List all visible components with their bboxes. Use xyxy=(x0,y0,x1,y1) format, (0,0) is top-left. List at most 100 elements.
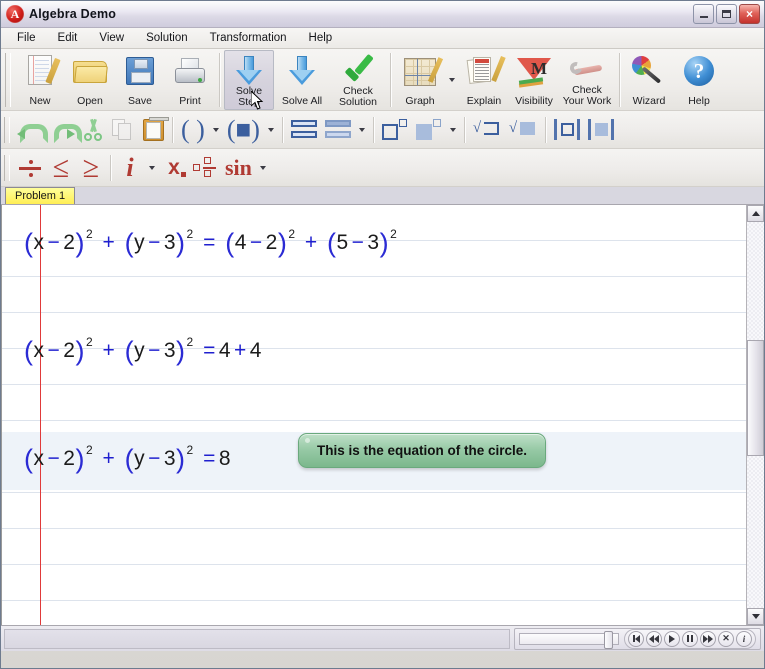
solve-all-label: Solve All xyxy=(281,94,323,107)
toolbar-grip[interactable] xyxy=(5,53,11,107)
check-solution-button[interactable]: Check Solution xyxy=(330,50,386,110)
sine-button[interactable]: sin xyxy=(221,153,256,183)
imaginary-unit-button[interactable]: i xyxy=(115,153,145,183)
magic-wand-icon xyxy=(630,54,668,88)
maximize-icon xyxy=(722,10,731,18)
subscript-x-icon: x xyxy=(168,156,186,180)
table-row[interactable]: (x −2)2 + (y −3)2 = 8 xyxy=(24,443,231,475)
visibility-m-icon: M xyxy=(515,54,553,88)
parentheses-filled-button[interactable]: (■) xyxy=(223,115,264,145)
wizard-button[interactable]: Wizard xyxy=(624,50,674,110)
playback-slider[interactable] xyxy=(519,630,619,649)
equation-line-2: (x −2)2 + (y −3)2 = 4 +4 xyxy=(24,335,262,366)
exponent-dropdown-button[interactable] xyxy=(446,127,460,132)
parentheses-filled-dropdown-button[interactable] xyxy=(264,127,278,132)
absolute-value-filled-button[interactable] xyxy=(584,115,618,145)
sine-dropdown-button[interactable] xyxy=(256,165,270,170)
rewind-button[interactable] xyxy=(646,630,662,647)
solve-step-button[interactable]: Solve Step xyxy=(224,50,274,110)
close-button[interactable]: × xyxy=(739,4,760,24)
stop-close-icon: ✕ xyxy=(722,633,730,643)
menu-item-transformation[interactable]: Transformation xyxy=(200,30,297,46)
vertical-scrollbar[interactable] xyxy=(746,205,764,625)
tab-problem-1[interactable]: Problem 1 xyxy=(5,187,76,204)
problem-tab-strip: Problem 1 xyxy=(1,187,764,205)
visibility-button-label: Visibility xyxy=(515,94,553,107)
subscript-button[interactable]: x xyxy=(159,153,189,183)
pause-button[interactable] xyxy=(682,630,698,647)
check-your-work-label-line2: Your Work xyxy=(562,94,612,107)
graph-plot-icon xyxy=(401,54,444,88)
cut-button[interactable] xyxy=(78,115,108,145)
down-arrow-icon xyxy=(230,54,268,86)
menu-item-help[interactable]: Help xyxy=(299,30,343,46)
toolbar-separator xyxy=(110,154,111,181)
check-solution-label-line2: Solution xyxy=(339,95,377,108)
explain-button-label: Explain xyxy=(466,94,502,107)
stacked-equals-pale-button[interactable] xyxy=(321,115,355,145)
pause-icon xyxy=(687,635,693,642)
stop-button[interactable]: ✕ xyxy=(718,630,734,647)
fraction-icon xyxy=(193,156,217,179)
print-button[interactable]: Print xyxy=(165,50,215,110)
visibility-button[interactable]: M Visibility xyxy=(509,50,559,110)
menu-item-solution[interactable]: Solution xyxy=(136,30,198,46)
chevron-up-icon xyxy=(751,211,760,216)
rewind-icon xyxy=(649,634,659,643)
new-button-label: New xyxy=(29,94,51,107)
graph-dropdown-button[interactable] xyxy=(445,50,459,110)
redo-button[interactable] xyxy=(46,115,82,145)
check-your-work-button[interactable]: Check Your Work xyxy=(559,50,615,110)
radical-button[interactable]: √ xyxy=(469,115,505,145)
exponent-filled-button[interactable] xyxy=(412,115,446,145)
copy-button[interactable] xyxy=(108,115,138,145)
maximize-button[interactable] xyxy=(716,4,737,24)
explanation-callout[interactable]: This is the equation of the circle. xyxy=(298,433,547,468)
window-title: Algebra Demo xyxy=(29,7,117,21)
open-button-label: Open xyxy=(77,94,103,107)
table-row[interactable]: (x −2)2 + (y −3)2 = (4−2)2 + (5−3)2 xyxy=(24,227,397,259)
info-button[interactable]: i xyxy=(736,630,752,647)
toolbar-separator xyxy=(219,53,220,107)
scroll-up-button[interactable] xyxy=(747,205,764,222)
greater-or-equal-button[interactable]: ≥ xyxy=(76,151,106,184)
fast-forward-button[interactable] xyxy=(700,630,716,647)
parentheses-button[interactable]: ( ) xyxy=(177,115,209,145)
scroll-down-button[interactable] xyxy=(747,608,764,625)
parentheses-dropdown-button[interactable] xyxy=(209,127,223,132)
save-button[interactable]: Save xyxy=(115,50,165,110)
minimize-button[interactable] xyxy=(693,4,714,24)
solve-all-button[interactable]: Solve All xyxy=(274,50,330,110)
help-button[interactable]: Help xyxy=(674,50,724,110)
explain-button[interactable]: Explain xyxy=(459,50,509,110)
menu-item-file[interactable]: File xyxy=(7,30,46,46)
skip-to-start-button[interactable] xyxy=(628,630,644,647)
open-button[interactable]: Open xyxy=(65,50,115,110)
playback-slider-thumb[interactable] xyxy=(604,630,613,649)
radical-filled-button[interactable]: √ xyxy=(505,115,541,145)
menu-item-view[interactable]: View xyxy=(89,30,134,46)
graph-button[interactable]: Graph xyxy=(395,50,445,110)
imaginary-unit-dropdown-button[interactable] xyxy=(145,165,159,170)
status-message-pane xyxy=(4,628,510,649)
undo-button[interactable] xyxy=(14,115,48,145)
fraction-button[interactable] xyxy=(189,153,221,183)
chevron-down-icon xyxy=(259,165,266,170)
menu-item-edit[interactable]: Edit xyxy=(48,30,88,46)
less-or-equal-button[interactable]: ≤ xyxy=(46,151,76,184)
play-button[interactable] xyxy=(664,630,680,647)
notebook-canvas[interactable]: (x −2)2 + (y −3)2 = (4−2)2 + (5−3)2 (x −2)2… xyxy=(1,205,746,625)
table-row[interactable]: (x −2)2 + (y −3)2 = 4 +4 xyxy=(24,335,262,367)
scrollbar-track[interactable] xyxy=(747,222,764,608)
paste-clipboard-icon xyxy=(142,117,169,141)
stacked-equals-button[interactable] xyxy=(287,115,321,145)
paste-button[interactable] xyxy=(138,115,169,145)
divide-button[interactable] xyxy=(14,153,46,183)
toolbar-grip[interactable] xyxy=(4,116,10,143)
scrollbar-thumb[interactable] xyxy=(747,340,764,456)
absolute-value-button[interactable] xyxy=(550,115,584,145)
toolbar-grip[interactable] xyxy=(4,154,10,181)
exponent-button[interactable] xyxy=(378,115,412,145)
new-button[interactable]: New xyxy=(15,50,65,110)
stacked-equals-dropdown-button[interactable] xyxy=(355,127,369,132)
